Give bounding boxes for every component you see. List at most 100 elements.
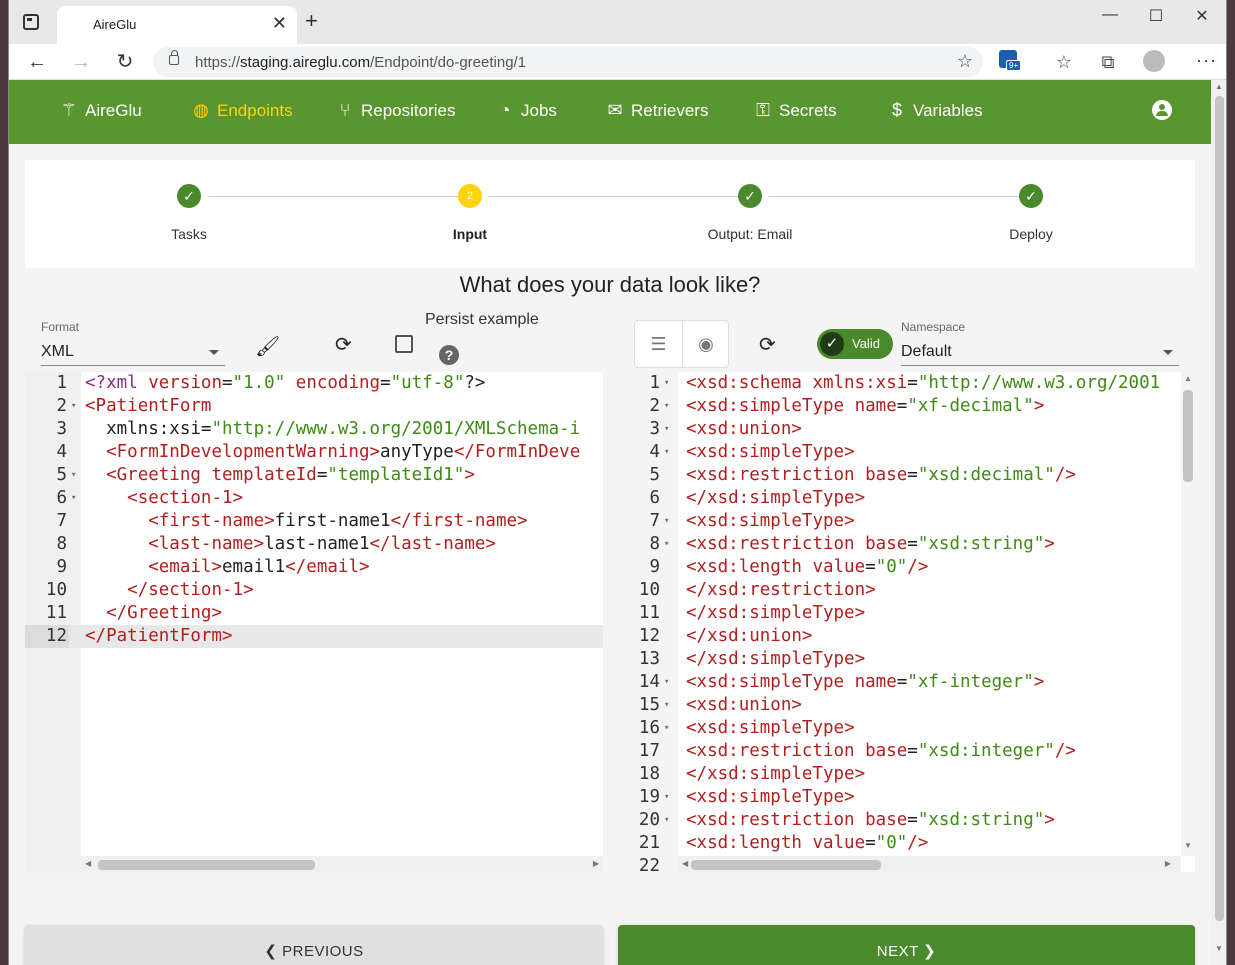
forward-icon[interactable]: → [67, 50, 95, 74]
back-icon[interactable]: ← [23, 50, 51, 74]
fold-toggle-icon[interactable]: ▾ [664, 510, 669, 533]
code-line[interactable]: 12 </PatientForm> [25, 625, 603, 648]
fold-toggle-icon[interactable]: ▾ [664, 395, 669, 418]
code-line[interactable]: 6 </xsd:simpleType> [618, 487, 1195, 510]
code-line[interactable]: 11 </xsd:simpleType> [618, 602, 1195, 625]
refresh-schema-icon[interactable]: ⟳ [759, 332, 776, 357]
code-line[interactable]: 3 ▾ <xsd:union> [618, 418, 1195, 441]
code-line[interactable]: 3 xmlns:xsi="http://www.w3.org/2001/XMLS… [25, 418, 603, 441]
vertical-scrollbar[interactable]: ▲ ▼ [1181, 372, 1195, 856]
fold-toggle-icon[interactable]: ▾ [664, 533, 669, 556]
step-deploy-check-icon[interactable]: ✓ [1019, 184, 1043, 208]
tab-actions-icon[interactable] [23, 14, 39, 30]
scrollbar-thumb[interactable] [98, 860, 315, 870]
format-select[interactable]: XML [41, 338, 225, 366]
eye-icon[interactable]: ◉ [682, 321, 729, 367]
horizontal-scrollbar[interactable]: ◀ ▶ [678, 856, 1181, 872]
step-input-number[interactable]: 2 [458, 184, 482, 208]
nav-brand[interactable]: ⚚ AireGlu [59, 100, 142, 121]
code-line[interactable]: 2 ▾ <xsd:simpleType name="xf-decimal"> [618, 395, 1195, 418]
code-line[interactable]: 5 <xsd:restriction base="xsd:decimal"/> [618, 464, 1195, 487]
code-line[interactable]: 11 </Greeting> [25, 602, 603, 625]
fold-toggle-icon[interactable]: ▾ [664, 717, 669, 740]
code-line[interactable]: 18 </xsd:simpleType> [618, 763, 1195, 786]
code-line[interactable]: 21 <xsd:length value="0"/> [618, 832, 1195, 855]
browser-tab[interactable]: AireGlu ✕ [57, 6, 297, 44]
list-view-icon[interactable]: ☰ [635, 321, 682, 367]
next-button[interactable]: NEXT ❯ [618, 925, 1195, 965]
input-code-editor[interactable]: 1 <?xml version="1.0" encoding="utf-8"?> 2… [25, 372, 603, 872]
scrollbar-thumb[interactable] [1183, 390, 1193, 482]
url-input[interactable]: https://staging.aireglu.com/Endpoint/do-… [153, 47, 983, 77]
persist-example-checkbox[interactable] [395, 335, 413, 353]
nav-item-endpoints[interactable]: ◍ Endpoints [191, 100, 292, 121]
code-line[interactable]: 4 ▾ <xsd:simpleType> [618, 441, 1195, 464]
nav-item-secrets[interactable]: ⚿ Secrets [753, 100, 837, 121]
new-tab-icon[interactable]: + [305, 10, 318, 32]
minimize-icon[interactable]: — [1087, 6, 1133, 24]
code-line[interactable]: 10 </xsd:restriction> [618, 579, 1195, 602]
fold-toggle-icon[interactable]: ▾ [71, 464, 76, 487]
code-line[interactable]: 6 ▾ <section-1> [25, 487, 603, 510]
nav-item-repositories[interactable]: ⑂ Repositories [335, 100, 456, 121]
code-line[interactable]: 14 ▾ <xsd:simpleType name="xf-integer"> [618, 671, 1195, 694]
fold-toggle-icon[interactable]: ▾ [664, 671, 669, 694]
fold-toggle-icon[interactable]: ▾ [664, 441, 669, 464]
extension-icon[interactable]: 9+ [999, 50, 1022, 71]
step-label-tasks[interactable]: Tasks [109, 226, 269, 242]
code-line[interactable]: 19 ▾ <xsd:simpleType> [618, 786, 1195, 809]
scrollbar-thumb[interactable] [691, 860, 881, 870]
favorites-icon[interactable]: ☆ [1053, 52, 1075, 73]
schema-code-editor[interactable]: 1 ▾ <xsd:schema xmlns:xsi="http://www.w3.o… [618, 372, 1195, 872]
code-line[interactable]: 10 </section-1> [25, 579, 603, 602]
step-output-check-icon[interactable]: ✓ [738, 184, 762, 208]
reload-icon[interactable]: ↻ [111, 50, 139, 74]
code-line[interactable]: 9 <email>email1</email> [25, 556, 603, 579]
page-vertical-scrollbar[interactable]: ▲ ▼ [1211, 80, 1226, 965]
fold-toggle-icon[interactable]: ▾ [664, 694, 669, 717]
nav-item-retrievers[interactable]: ✉ Retrievers [605, 100, 708, 121]
nav-item-variables[interactable]: $ Variables [887, 100, 983, 121]
more-menu-icon[interactable]: ··· [1196, 50, 1217, 71]
fold-toggle-icon[interactable]: ▾ [71, 395, 76, 418]
code-line[interactable]: 2 ▾ <PatientForm [25, 395, 603, 418]
code-line[interactable]: 1 <?xml version="1.0" encoding="utf-8"?> [25, 372, 603, 395]
nav-item-jobs[interactable]: ◔ Jobs [495, 100, 557, 121]
step-tasks-check-icon[interactable]: ✓ [177, 184, 201, 208]
code-line[interactable]: 13 </xsd:simpleType> [618, 648, 1195, 671]
tab-close-icon[interactable]: ✕ [272, 14, 287, 32]
profile-avatar[interactable] [1143, 50, 1165, 72]
fold-toggle-icon[interactable]: ▾ [664, 809, 669, 832]
step-label-output[interactable]: Output: Email [670, 226, 830, 242]
code-line[interactable]: 17 <xsd:restriction base="xsd:integer"/> [618, 740, 1195, 763]
fold-toggle-icon[interactable]: ▾ [664, 786, 669, 809]
code-line[interactable]: 4 <FormInDevelopmentWarning>anyType</For… [25, 441, 603, 464]
previous-button[interactable]: ❮ PREVIOUS [25, 925, 603, 965]
close-window-icon[interactable]: ✕ [1179, 6, 1225, 26]
code-line[interactable]: 7 <first-name>first-name1</first-name> [25, 510, 603, 533]
step-label-input[interactable]: Input [390, 226, 550, 242]
code-line[interactable]: 8 <last-name>last-name1</last-name> [25, 533, 603, 556]
collections-icon[interactable]: ⧉ [1097, 52, 1119, 73]
horizontal-scrollbar[interactable]: ◀ ▶ [81, 856, 603, 872]
code-line[interactable]: 7 ▾ <xsd:simpleType> [618, 510, 1195, 533]
fold-toggle-icon[interactable]: ▾ [664, 418, 669, 441]
code-line[interactable]: 9 <xsd:length value="0"/> [618, 556, 1195, 579]
code-line[interactable]: 12 </xsd:union> [618, 625, 1195, 648]
fold-toggle-icon[interactable]: ▾ [71, 487, 76, 510]
code-line[interactable]: 1 ▾ <xsd:schema xmlns:xsi="http://www.w3.o… [618, 372, 1195, 395]
add-favorite-icon[interactable]: ☆ [957, 51, 973, 72]
code-line[interactable]: 15 ▾ <xsd:union> [618, 694, 1195, 717]
user-account-icon[interactable] [1152, 100, 1172, 120]
paintbrush-icon[interactable]: 🖌 [255, 334, 280, 359]
code-line[interactable]: 8 ▾ <xsd:restriction base="xsd:string"> [618, 533, 1195, 556]
valid-chip[interactable]: ✓ Valid [817, 329, 893, 359]
code-line[interactable]: 20 ▾ <xsd:restriction base="xsd:string"> [618, 809, 1195, 832]
maximize-icon[interactable]: ☐ [1133, 6, 1179, 26]
step-label-deploy[interactable]: Deploy [951, 226, 1111, 242]
code-line[interactable]: 16 ▾ <xsd:simpleType> [618, 717, 1195, 740]
namespace-select[interactable]: Default [901, 338, 1179, 366]
code-line[interactable]: 5 ▾ <Greeting templateId="templateId1"> [25, 464, 603, 487]
refresh-icon[interactable]: ⟳ [335, 332, 352, 357]
scrollbar-thumb[interactable] [1215, 96, 1224, 921]
